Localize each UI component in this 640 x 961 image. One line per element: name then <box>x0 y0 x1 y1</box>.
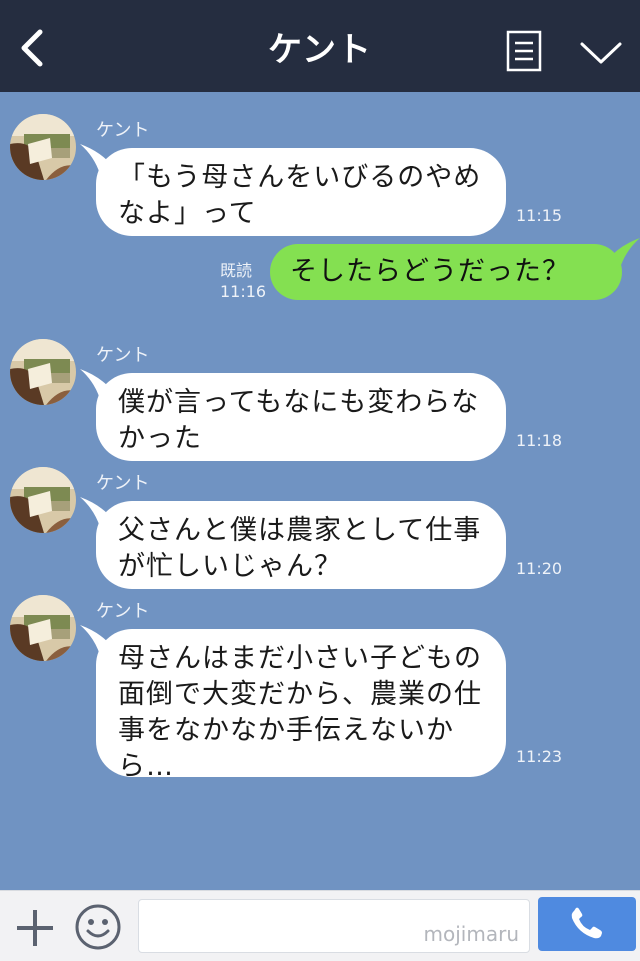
read-receipt: 既読 11:16 <box>220 260 266 302</box>
message-time: 11:16 <box>220 282 267 301</box>
message-text: 僕が言ってもなにも変わらなかった <box>118 387 480 454</box>
sender-name: ケント <box>96 601 150 622</box>
message-bubble[interactable]: 僕が言ってもなにも変わらなかった <box>80 369 506 461</box>
message-text: 「もう母さんをいびるのやめなよ」って <box>118 162 482 229</box>
smile-icon[interactable] <box>74 903 122 951</box>
message-input[interactable]: mojimaru <box>138 899 530 953</box>
read-label: 既読 <box>220 261 253 280</box>
avatar[interactable] <box>10 339 76 405</box>
message-list: ケント 「もう母さんをいびるのやめなよ」って 11:15 既読 11:16 そし… <box>0 92 640 890</box>
sender-name: ケント <box>96 120 150 141</box>
message-time: 11:15 <box>516 206 563 225</box>
sender-name: ケント <box>96 473 150 494</box>
plus-icon[interactable] <box>14 907 56 949</box>
document-list-icon[interactable] <box>506 30 542 72</box>
message-bubble[interactable]: 「もう母さんをいびるのやめなよ」って <box>80 144 506 236</box>
message-time: 11:20 <box>516 559 563 578</box>
chat-header: ケント <box>0 0 640 92</box>
sender-name: ケント <box>96 345 150 366</box>
message-text: 母さんはまだ小さい子どもの面倒で大変だから、農業の仕事をなかなか手伝えないから… <box>118 643 482 782</box>
avatar[interactable] <box>10 114 76 180</box>
message-text: そしたらどうだった？ <box>290 256 570 287</box>
phone-icon <box>571 907 602 939</box>
chevron-down-icon[interactable] <box>578 36 624 68</box>
watermark: mojimaru <box>423 922 519 946</box>
message-time: 11:18 <box>516 431 563 450</box>
message-bubble[interactable]: 父さんと僕は農家として仕事が忙しいじゃん？ <box>80 497 506 589</box>
bubble-tail <box>80 144 114 174</box>
input-bar: mojimaru <box>0 890 640 961</box>
bubble-tail <box>80 497 114 527</box>
call-button[interactable] <box>538 897 636 951</box>
message-time: 11:23 <box>516 747 563 766</box>
avatar[interactable] <box>10 595 76 661</box>
message-bubble[interactable]: 母さんはまだ小さい子どもの面倒で大変だから、農業の仕事をなかなか手伝えないから… <box>80 625 506 782</box>
message-text: 父さんと僕は農家として仕事が忙しいじゃん？ <box>118 515 482 582</box>
avatar[interactable] <box>10 467 76 533</box>
bubble-tail <box>606 238 640 268</box>
outgoing-message-bubble[interactable]: そしたらどうだった？ <box>270 238 640 300</box>
bubble-tail <box>80 369 114 399</box>
bubble-tail <box>80 625 114 655</box>
chat-title: ケント <box>268 30 372 70</box>
